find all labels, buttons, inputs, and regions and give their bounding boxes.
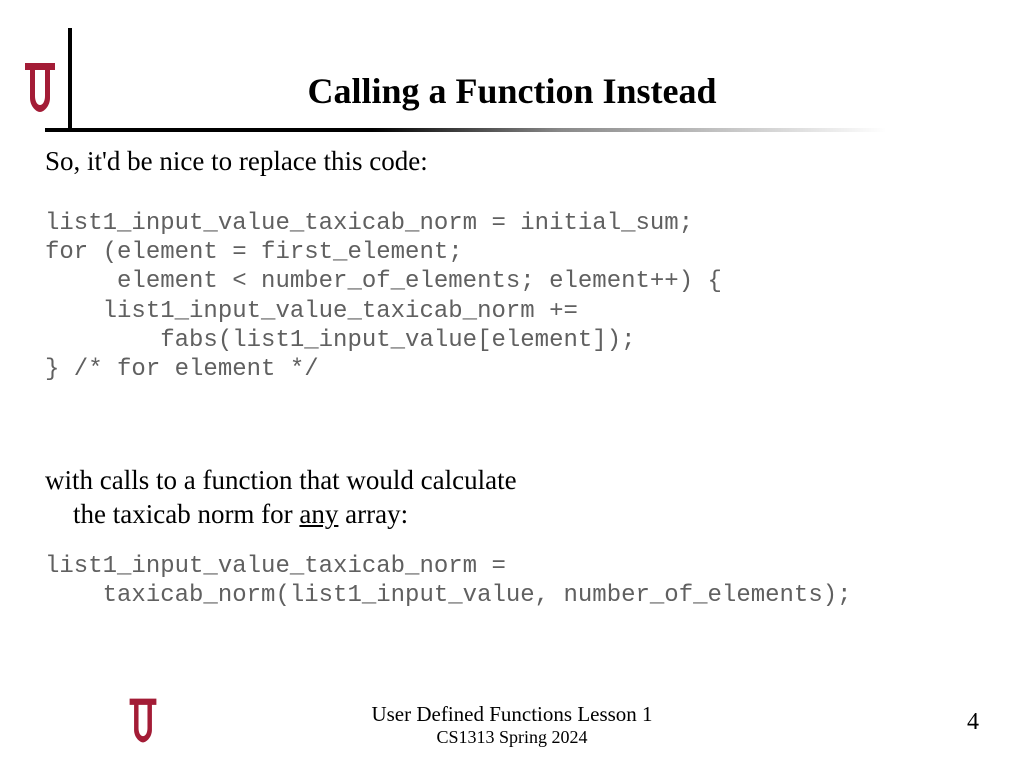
page-number: 4: [967, 709, 979, 736]
header-horizontal-rule: [45, 128, 980, 132]
code-block-2: list1_input_value_taxicab_norm = taxicab…: [45, 552, 980, 611]
slide-footer: User Defined Functions Lesson 1 CS1313 S…: [0, 702, 1024, 748]
slide-title: Calling a Function Instead: [0, 70, 1024, 112]
code-block-1: list1_input_value_taxicab_norm = initial…: [45, 209, 980, 385]
footer-subtitle: CS1313 Spring 2024: [0, 727, 1024, 748]
intro-text: So, it'd be nice to replace this code:: [45, 145, 980, 179]
mid-text-line2: the taxicab norm for any array:: [45, 498, 980, 532]
mid-any: any: [299, 499, 338, 529]
slide-content: So, it'd be nice to replace this code: l…: [45, 145, 980, 610]
mid-text-line1: with calls to a function that would calc…: [45, 464, 980, 498]
mid-post: array:: [338, 499, 408, 529]
slide-header: Calling a Function Instead: [0, 0, 1024, 135]
footer-title: User Defined Functions Lesson 1: [0, 702, 1024, 727]
mid-pre: the taxicab norm for: [73, 499, 299, 529]
